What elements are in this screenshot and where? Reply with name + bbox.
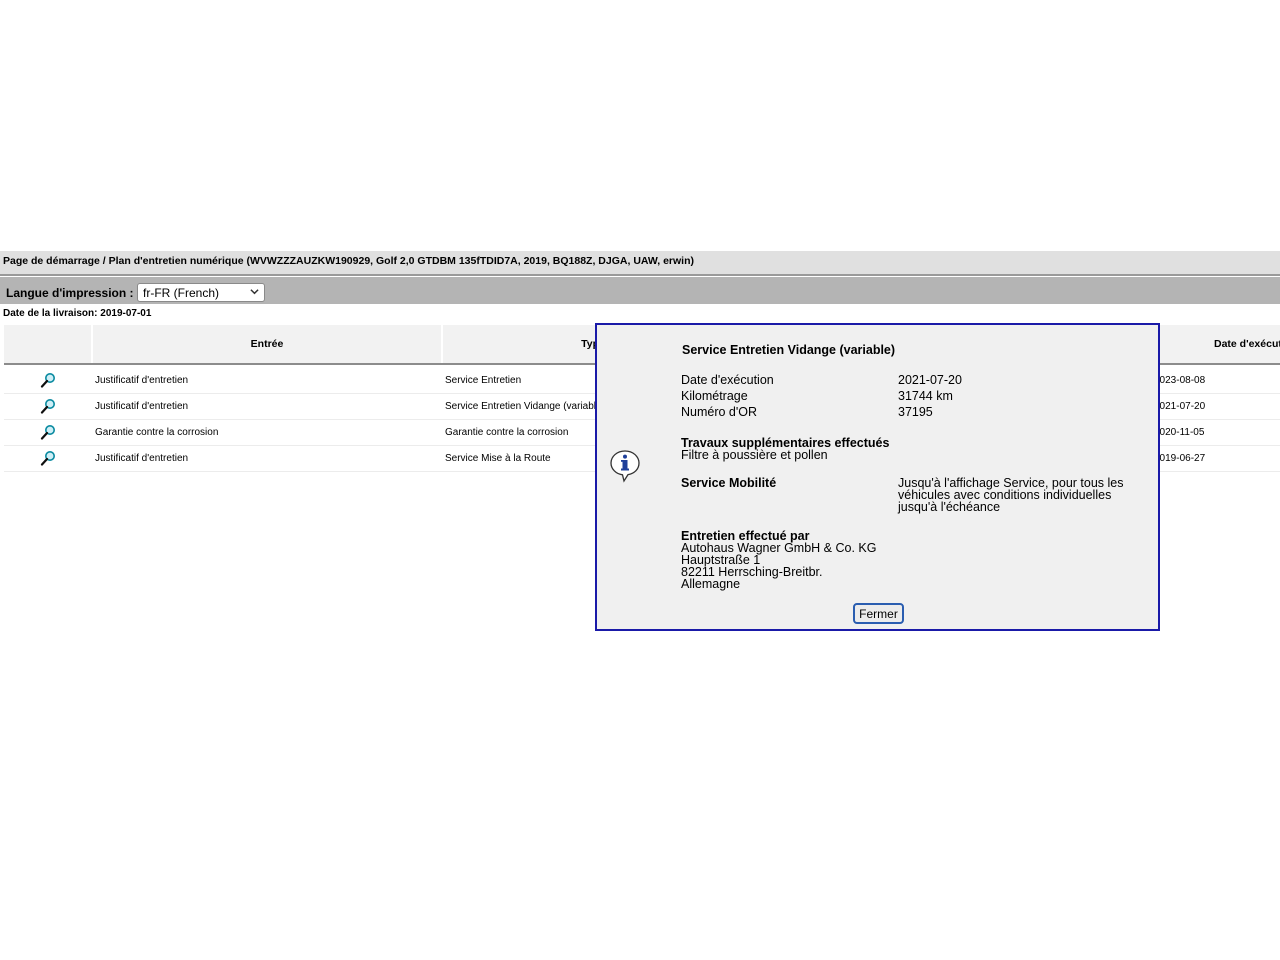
cell-entry: Justificatif d'entretien [95, 375, 189, 386]
cell-type: Service Mise à la Route [445, 453, 551, 464]
dealer-country: Allemagne [681, 577, 741, 591]
cell-date: 2023-08-08 [1154, 375, 1206, 386]
cell-entry: Justificatif d'entretien [95, 401, 189, 412]
extra-work-value: Filtre à poussière et pollen [681, 448, 828, 462]
cell-date: 2020-11-05 [1154, 427, 1205, 438]
cell-date: 2021-07-20 [1154, 401, 1206, 412]
cell-type: Service Entretien [445, 375, 522, 386]
column-header-date[interactable]: Date d'exécution [1214, 325, 1280, 363]
cell-entry: Justificatif d'entretien [95, 453, 189, 464]
detail-value-mileage: 31744 km [898, 389, 953, 403]
detail-value-order-number: 37195 [898, 405, 933, 419]
magnifier-icon[interactable] [40, 398, 56, 414]
chevron-down-icon [250, 289, 259, 295]
breadcrumb[interactable]: Page de démarrage / Plan d'entretien num… [3, 255, 694, 267]
print-language-value: fr-FR (French) [143, 286, 219, 300]
detail-label-mileage: Kilométrage [681, 389, 748, 403]
magnifier-icon[interactable] [40, 424, 56, 440]
dialog-title: Service Entretien Vidange (variable) [682, 343, 896, 357]
cell-type: Service Entretien Vidange (variable) [445, 401, 605, 412]
service-details-dialog: Service Entretien Vidange (variable) Dat… [595, 323, 1160, 631]
cell-entry: Garantie contre la corrosion [95, 427, 219, 438]
print-language-label: Langue d'impression : [6, 286, 134, 300]
cell-date: 2019-06-27 [1154, 453, 1206, 464]
magnifier-icon[interactable] [40, 372, 56, 388]
detail-label-order-number: Numéro d'OR [681, 405, 758, 419]
detail-value-date: 2021-07-20 [898, 373, 962, 387]
info-icon [610, 450, 640, 483]
detail-label-date: Date d'exécution [681, 373, 774, 387]
magnifier-icon[interactable] [40, 450, 56, 466]
delivery-date: Date de la livraison: 2019-07-01 [3, 308, 152, 319]
column-header-entry[interactable]: Entrée [93, 325, 441, 363]
mobility-line: jusqu'à l'échéance [898, 500, 1001, 514]
breadcrumb-bar: Page de démarrage / Plan d'entretien num… [0, 251, 1280, 276]
print-language-select[interactable]: fr-FR (French) [137, 283, 265, 302]
mobility-title: Service Mobilité [681, 476, 777, 490]
cell-type: Garantie contre la corrosion [445, 427, 569, 438]
close-button[interactable]: Fermer [853, 603, 904, 624]
